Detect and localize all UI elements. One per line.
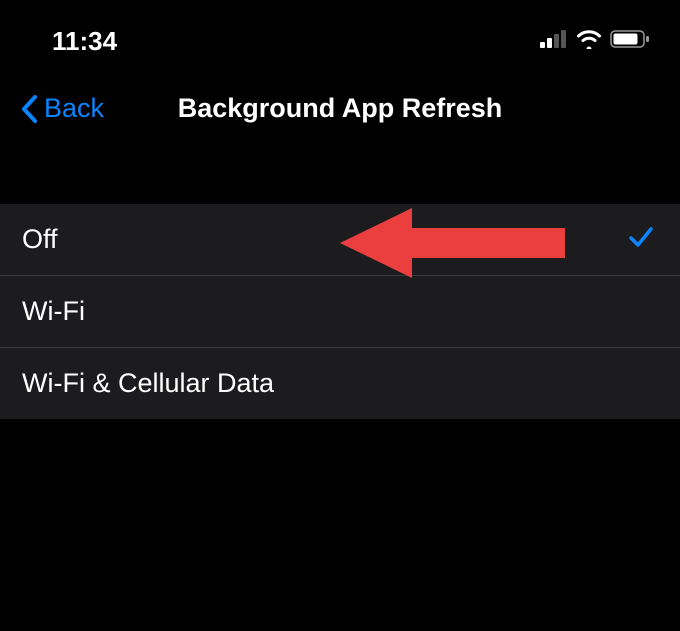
option-wifi-cellular[interactable]: Wi-Fi & Cellular Data (0, 348, 680, 419)
page-title: Background App Refresh (178, 93, 503, 124)
back-label: Back (44, 93, 104, 124)
status-time: 11:34 (52, 26, 117, 57)
cellular-signal-icon (540, 30, 568, 53)
battery-icon (610, 29, 650, 54)
section-spacer (0, 148, 680, 204)
option-label: Wi-Fi & Cellular Data (22, 368, 274, 399)
option-off[interactable]: Off (0, 204, 680, 276)
navigation-bar: Back Background App Refresh (0, 75, 680, 148)
option-label: Wi-Fi (22, 296, 85, 327)
option-wifi[interactable]: Wi-Fi (0, 276, 680, 348)
option-label: Off (22, 224, 58, 255)
chevron-left-icon (20, 94, 40, 124)
wifi-icon (576, 29, 602, 54)
status-icons (540, 29, 650, 54)
back-button[interactable]: Back (20, 93, 104, 124)
checkmark-icon (628, 224, 654, 255)
options-list: Off Wi-Fi Wi-Fi & Cellular Data (0, 204, 680, 419)
status-bar: 11:34 (0, 0, 680, 75)
